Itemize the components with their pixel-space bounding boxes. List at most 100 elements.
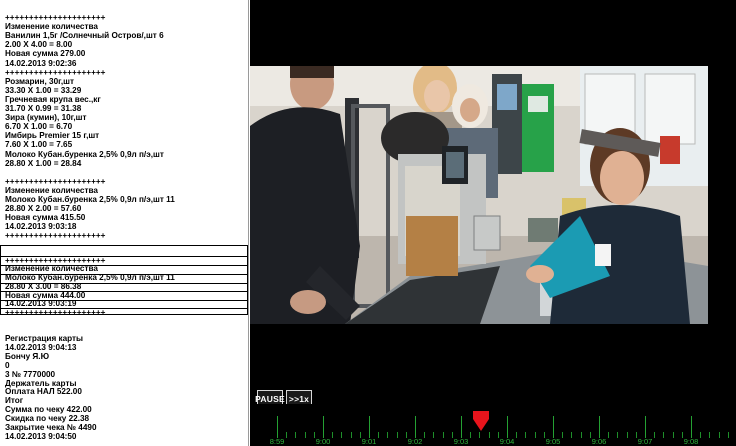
timeline-tick-label: 9:00 [315, 437, 331, 446]
timeline-minor-tick [497, 432, 499, 438]
log-line: Держатель карты [5, 378, 77, 388]
video-player[interactable] [250, 0, 736, 446]
timeline-major-tick [507, 416, 508, 438]
timeline-tick-label: 9:03 [453, 437, 469, 446]
timeline-minor-tick [341, 432, 343, 438]
timeline-minor-tick [304, 432, 306, 438]
timeline-minor-tick [663, 432, 665, 438]
log-line: +++++++++++++++++++++ [5, 176, 106, 186]
timeline-tick-label: 9:07 [637, 437, 653, 446]
log-line: Розмарин, 30г,шт [5, 76, 74, 86]
timeline-minor-tick [387, 432, 389, 438]
log-line: Итог [5, 396, 24, 406]
timeline-minor-tick [589, 432, 591, 438]
log-line: Новая сумма 415.50 [5, 213, 86, 223]
log-line: 33.30 X 1.00 = 33.29 [5, 85, 82, 95]
log-line: Гречневая крупа вес.,кг [5, 94, 101, 104]
timeline-minor-tick [672, 432, 674, 438]
timeline-minor-tick [709, 432, 711, 438]
timeline-minor-tick [681, 432, 683, 438]
log-line: 3 № 7770000 [5, 369, 56, 379]
log-line: +++++++++++++++++++++ [5, 231, 106, 241]
log-line: +++++++++++++++++++++ [5, 67, 106, 77]
timeline-minor-tick [525, 432, 527, 438]
timeline-minor-tick [313, 432, 315, 438]
log-line: Изменение количества [5, 22, 98, 32]
store-checkout-scene [250, 66, 708, 324]
log-line: 0 [5, 360, 10, 370]
log-line: Сумма по чеку 422.00 [5, 405, 92, 415]
timeline-minor-tick [350, 432, 352, 438]
log-line-highlighted: +++++++++++++++++++++ [5, 307, 106, 317]
timeline-minor-tick [396, 432, 398, 438]
timeline-major-tick [323, 416, 324, 438]
timeline-tick-label: 9:06 [591, 437, 607, 446]
timeline-minor-tick [433, 432, 435, 438]
log-line: +++++++++++++++++++++ [5, 13, 106, 22]
log-line: Скидка по чеку 22.38 [5, 414, 90, 424]
timeline-major-tick [691, 416, 692, 438]
timeline-major-tick [369, 416, 370, 438]
playhead-marker-icon[interactable] [472, 410, 490, 432]
playback-timeline[interactable]: 8:59 9:00 9:01 9:02 9:03 9:04 9:05 9:06 9:07 9:08 [250, 404, 736, 446]
timeline-minor-tick [608, 432, 610, 438]
timeline-tick-label: 9:05 [545, 437, 561, 446]
log-line-highlighted [5, 247, 246, 256]
log-line: Закрытие чека № 4490 [5, 423, 97, 432]
timeline-tick-label: 9:04 [499, 437, 515, 446]
timeline-minor-tick [516, 432, 518, 438]
timeline-major-tick [645, 416, 646, 438]
timeline-minor-tick [700, 432, 702, 438]
timeline-tick-label: 9:02 [407, 437, 423, 446]
log-line: Имбирь Premier 15 г,шт [5, 131, 100, 141]
log-line-highlighted: Изменение количества [5, 264, 98, 274]
timeline-minor-tick [488, 432, 490, 438]
log-line: 6.70 X 1.00 = 6.70 [5, 122, 73, 132]
log-line: 28.80 X 2.00 = 57.60 [5, 204, 82, 214]
timeline-minor-tick [571, 432, 573, 438]
timeline-minor-tick [580, 432, 582, 438]
timeline-major-tick [461, 416, 462, 438]
timeline-minor-tick [405, 432, 407, 438]
cctv-video-frame[interactable] [250, 66, 708, 324]
log-line: 14.02.2013 9:04:50 [5, 431, 77, 441]
log-line: 14.02.2013 9:04:13 [5, 342, 77, 352]
receipt-log-panel[interactable]: +++++++++++++++++++++ Изменение количеств… [0, 0, 249, 446]
log-line: Новая сумма 279.00 [5, 49, 86, 59]
timeline-major-tick [599, 416, 600, 438]
timeline-minor-tick [424, 432, 426, 438]
timeline-minor-tick [479, 432, 481, 438]
log-line: 2.00 X 4.00 = 8.00 [5, 40, 73, 50]
timeline-minor-tick [718, 432, 720, 438]
timeline-minor-tick [635, 432, 637, 438]
log-line: 28.80 X 1.00 = 28.84 [5, 158, 82, 168]
log-line: 31.70 X 0.99 = 31.38 [5, 104, 82, 113]
log-line: Ванилин 1,5г /Солнечный Остров/,шт 6 [5, 31, 164, 41]
timeline-major-tick [553, 416, 554, 438]
timeline-minor-tick [470, 432, 472, 438]
timeline-minor-tick [359, 432, 361, 438]
log-line-highlighted: 14.02.2013 9:03:19 [5, 299, 77, 309]
log-line: 7.60 X 1.00 = 7.65 [5, 140, 73, 150]
timeline-minor-tick [617, 432, 619, 438]
log-line-highlighted: +++++++++++++++++++++ [5, 255, 106, 265]
timeline-minor-tick [534, 432, 536, 438]
timeline-minor-tick [378, 432, 380, 438]
timeline-minor-tick [543, 432, 545, 438]
timeline-tick-label: 9:08 [683, 437, 699, 446]
log-line: Оплата НАЛ 522.00 [5, 387, 82, 397]
timeline-minor-tick [295, 432, 297, 438]
timeline-major-tick [415, 416, 416, 438]
log-line: Изменение количества [5, 185, 98, 195]
timeline-minor-tick [727, 432, 729, 438]
log-line: 14.02.2013 9:02:36 [5, 58, 77, 68]
log-line: Молоко Кубан.буренка 2,5% 0,9л п/э,шт [5, 149, 164, 159]
timeline-minor-tick [451, 432, 453, 438]
log-line: Молоко Кубан.буренка 2,5% 0,9л п/э,шт 11 [5, 195, 175, 204]
timeline-minor-tick [286, 432, 288, 438]
video-right-border [708, 0, 736, 446]
log-line-highlighted: Молоко Кубан.буренка 2,5% 0,9л п/э,шт 11 [5, 273, 175, 283]
log-line: Регистрация карты [5, 334, 84, 343]
log-line: 14.02.2013 9:03:18 [5, 222, 77, 232]
